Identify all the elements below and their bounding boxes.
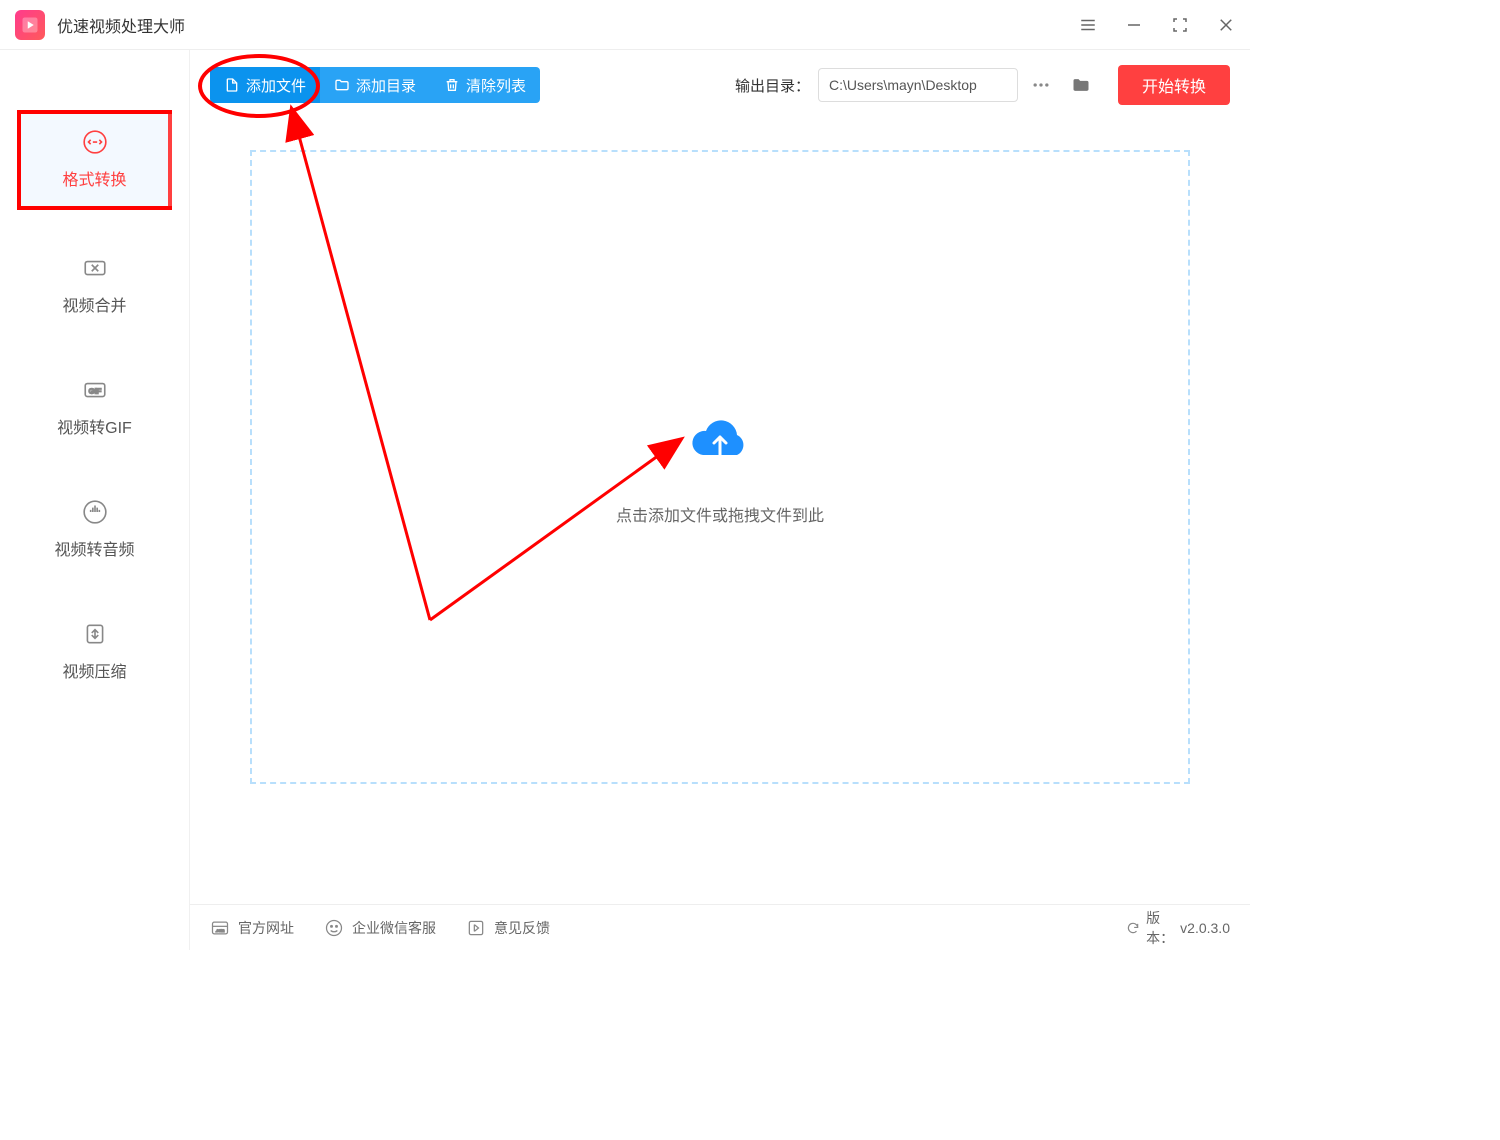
clear-list-label: 清除列表 xyxy=(466,75,526,96)
close-button[interactable] xyxy=(1217,16,1235,34)
folder-open-icon xyxy=(1071,75,1091,95)
version-label: 版本： xyxy=(1146,908,1174,948)
toolbar: 添加文件 添加目录 清除列表 输出目录： C:\Users\mayn\Deskt… xyxy=(190,50,1250,120)
gif-icon: GIF xyxy=(81,376,109,404)
svg-text:GIF: GIF xyxy=(88,386,101,395)
wechat-icon xyxy=(324,918,344,938)
clear-list-button[interactable]: 清除列表 xyxy=(430,67,540,103)
sidebar-item-merge[interactable]: 视频合并 xyxy=(17,240,172,332)
folder-icon xyxy=(334,77,350,93)
sidebar-item-audio[interactable]: 视频转音频 xyxy=(17,484,172,576)
add-folder-label: 添加目录 xyxy=(356,75,416,96)
maximize-button[interactable] xyxy=(1171,16,1189,34)
svg-text:.com: .com xyxy=(215,928,225,933)
start-convert-button[interactable]: 开始转换 xyxy=(1118,65,1230,105)
sidebar-item-label: 视频压缩 xyxy=(62,658,126,682)
refresh-icon xyxy=(1126,921,1140,935)
add-file-button[interactable]: 添加文件 xyxy=(210,67,320,103)
merge-icon xyxy=(81,254,109,282)
open-folder-button[interactable] xyxy=(1064,68,1098,102)
add-file-label: 添加文件 xyxy=(246,75,306,96)
minimize-button[interactable] xyxy=(1125,16,1143,34)
add-folder-button[interactable]: 添加目录 xyxy=(320,67,430,103)
sidebar: 格式转换 视频合并 GIF 视频转GIF 视频转音频 视频压缩 xyxy=(0,50,190,950)
trash-icon xyxy=(444,77,460,93)
drop-zone[interactable]: 点击添加文件或拖拽文件到此 xyxy=(250,150,1190,784)
drop-hint-text: 点击添加文件或拖拽文件到此 xyxy=(616,502,824,526)
output-path-field[interactable]: C:\Users\mayn\Desktop xyxy=(818,68,1018,102)
official-link[interactable]: .com 官方网址 xyxy=(210,918,294,938)
file-icon xyxy=(224,77,240,93)
app-title: 优速视频处理大师 xyxy=(57,13,1079,37)
sidebar-item-label: 视频转音频 xyxy=(54,536,134,560)
cloud-upload-icon xyxy=(685,409,755,474)
sidebar-item-label: 视频转GIF xyxy=(57,414,132,438)
feedback-label: 意见反馈 xyxy=(494,918,550,938)
feedback-icon xyxy=(466,918,486,938)
web-icon: .com xyxy=(210,918,230,938)
output-dir-label: 输出目录： xyxy=(735,75,810,96)
version-number: v2.0.3.0 xyxy=(1180,920,1230,936)
official-label: 官方网址 xyxy=(238,918,294,938)
sidebar-item-label: 格式转换 xyxy=(62,166,126,190)
start-label: 开始转换 xyxy=(1142,73,1206,97)
titlebar: 优速视频处理大师 xyxy=(0,0,1250,50)
sidebar-item-compress[interactable]: 视频压缩 xyxy=(17,606,172,698)
convert-icon xyxy=(81,128,109,156)
more-button[interactable] xyxy=(1024,68,1058,102)
sidebar-item-label: 视频合并 xyxy=(62,292,126,316)
ellipsis-icon xyxy=(1031,75,1051,95)
feedback-link[interactable]: 意见反馈 xyxy=(466,918,550,938)
wechat-label: 企业微信客服 xyxy=(352,918,436,938)
menu-button[interactable] xyxy=(1079,16,1097,34)
compress-icon xyxy=(81,620,109,648)
audio-icon xyxy=(81,498,109,526)
version-info[interactable]: 版本： v2.0.3.0 xyxy=(1126,908,1230,948)
wechat-support[interactable]: 企业微信客服 xyxy=(324,918,436,938)
app-logo xyxy=(15,10,45,40)
sidebar-item-format-convert[interactable]: 格式转换 xyxy=(17,110,172,210)
statusbar: .com 官方网址 企业微信客服 意见反馈 版本： v2.0.3.0 xyxy=(190,904,1250,950)
sidebar-item-gif[interactable]: GIF 视频转GIF xyxy=(17,362,172,454)
